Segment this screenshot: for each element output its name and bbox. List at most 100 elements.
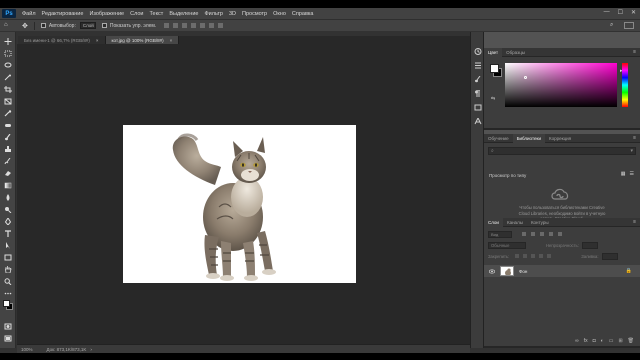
adjustment-layer-icon[interactable]: ◐ — [601, 338, 604, 344]
lock-position-icon[interactable] — [531, 254, 536, 258]
filter-pixel-icon[interactable] — [522, 232, 526, 236]
minimize-button[interactable]: — — [604, 9, 610, 16]
new-layer-icon[interactable]: ⊞ — [618, 338, 622, 344]
search-icon[interactable]: ⌕ — [610, 22, 618, 30]
paragraph-icon[interactable] — [474, 89, 482, 97]
blur-tool-icon[interactable] — [3, 193, 13, 201]
tab-paths[interactable]: Контуры — [527, 218, 553, 227]
lock-all-icon[interactable] — [547, 254, 552, 258]
path-select-tool-icon[interactable] — [3, 241, 13, 249]
panel-menu-icon[interactable]: ≡ — [633, 219, 636, 225]
properties-icon[interactable] — [474, 104, 482, 111]
history-brush-tool-icon[interactable] — [3, 157, 13, 165]
hand-tool-icon[interactable] — [3, 265, 13, 273]
tab-cat-jpg[interactable]: кот.jpg @ 100% (RGB/8#) × — [105, 36, 180, 44]
align-center-icon[interactable] — [173, 23, 179, 28]
blend-mode-dropdown[interactable]: Обычные — [488, 241, 526, 249]
screen-mode-icon[interactable] — [3, 334, 13, 342]
menu-edit[interactable]: Редактирование — [42, 11, 84, 17]
healing-tool-icon[interactable] — [3, 121, 13, 129]
menu-window[interactable]: Окно — [273, 11, 286, 17]
eyedropper-tool-icon[interactable] — [3, 109, 13, 117]
maximize-button[interactable]: ☐ — [618, 9, 623, 16]
marquee-tool-icon[interactable] — [3, 49, 13, 57]
align-middle-icon[interactable] — [200, 23, 206, 28]
tab-adjustments[interactable]: Коррекция — [545, 134, 575, 143]
tab-layers[interactable]: Слои — [484, 217, 503, 227]
foreground-color-swatch[interactable] — [490, 64, 499, 73]
quick-mask-icon[interactable] — [3, 322, 13, 330]
tab-libraries[interactable]: Библиотеки — [512, 133, 545, 143]
eraser-tool-icon[interactable] — [3, 169, 13, 177]
autoselect-checkbox[interactable] — [40, 23, 46, 28]
hue-slider[interactable] — [622, 63, 628, 107]
brush-tool-icon[interactable] — [3, 133, 13, 141]
autoselect-dropdown[interactable]: Слой — [79, 22, 96, 29]
menu-help[interactable]: Справка — [292, 11, 314, 17]
menu-layers[interactable]: Слои — [130, 11, 143, 17]
workspace-icon[interactable] — [624, 22, 634, 29]
panel-menu-icon[interactable]: ≡ — [633, 135, 636, 141]
library-search-input[interactable]: ⌕ ▾ — [488, 147, 636, 155]
align-right-icon[interactable] — [182, 23, 188, 28]
menu-3d[interactable]: 3D — [229, 11, 236, 17]
stamp-tool-icon[interactable] — [3, 145, 13, 153]
lasso-tool-icon[interactable] — [3, 61, 13, 69]
add-mask-icon[interactable]: ◘ — [593, 338, 596, 344]
opacity-field[interactable] — [581, 241, 598, 249]
lock-artboard-icon[interactable] — [539, 254, 544, 258]
tab-untitled-1[interactable]: Без имени-1 @ 66,7% (RGB/8#) × — [18, 36, 106, 44]
close-button[interactable]: ✕ — [631, 9, 636, 16]
rectangle-tool-icon[interactable] — [3, 253, 13, 261]
close-icon[interactable]: × — [170, 38, 173, 43]
transform-controls-checkbox[interactable] — [101, 23, 107, 28]
frame-tool-icon[interactable] — [3, 97, 13, 105]
tab-channels[interactable]: Каналы — [503, 218, 527, 227]
panel-menu-icon[interactable]: ≡ — [633, 49, 636, 55]
grid-view-icon[interactable]: ▦ — [621, 171, 626, 177]
picker-cursor[interactable] — [524, 76, 527, 79]
layer-style-icon[interactable]: fx — [584, 338, 588, 344]
filter-adjust-icon[interactable] — [531, 232, 535, 236]
more-options-icon[interactable] — [218, 23, 224, 28]
chevron-right-icon[interactable]: › — [90, 347, 92, 352]
home-icon[interactable]: ⌂ — [4, 22, 12, 29]
swap-colors-icon[interactable]: ⇆ — [491, 96, 495, 102]
link-layers-icon[interactable]: ∞ — [575, 338, 579, 344]
fill-field[interactable] — [601, 252, 618, 260]
more-tools-icon[interactable] — [3, 289, 13, 297]
tab-learn[interactable]: Обучение — [484, 134, 513, 143]
layer-kind-dropdown[interactable]: Вид — [488, 230, 512, 238]
layer-row-background[interactable]: Фон 🔒 — [484, 265, 640, 277]
tab-color[interactable]: Цвет — [484, 47, 503, 57]
new-group-icon[interactable]: ▭ — [609, 338, 614, 344]
lock-pixels-icon[interactable] — [523, 254, 528, 258]
character-icon[interactable] — [474, 116, 482, 125]
move-tool-icon[interactable] — [3, 37, 13, 45]
list-view-icon[interactable]: ☰ — [630, 171, 634, 177]
chevron-down-icon[interactable]: ▾ — [630, 148, 633, 154]
menu-filter[interactable]: Фильтр — [204, 11, 222, 17]
magic-wand-tool-icon[interactable] — [3, 73, 13, 81]
canvas-workspace[interactable] — [17, 44, 470, 344]
brush-settings-icon[interactable] — [474, 75, 482, 83]
close-icon[interactable]: × — [96, 38, 99, 43]
delete-layer-icon[interactable]: 🗑 — [628, 338, 634, 344]
filter-shape-icon[interactable] — [549, 232, 553, 236]
menu-image[interactable]: Изображение — [89, 11, 124, 17]
zoom-tool-icon[interactable] — [3, 277, 13, 285]
move-tool-icon[interactable]: ✥ — [22, 22, 28, 30]
filter-smart-icon[interactable] — [558, 232, 562, 236]
align-left-icon[interactable] — [164, 23, 170, 28]
zoom-level[interactable]: 100% — [21, 347, 33, 352]
dodge-tool-icon[interactable] — [3, 205, 13, 213]
crop-tool-icon[interactable] — [3, 85, 13, 93]
menu-select[interactable]: Выделение — [169, 11, 198, 17]
align-top-icon[interactable] — [191, 23, 197, 28]
pen-tool-icon[interactable] — [3, 217, 13, 225]
adjust-icon[interactable] — [474, 62, 482, 69]
gradient-tool-icon[interactable] — [3, 181, 13, 189]
eye-icon[interactable] — [489, 269, 495, 274]
align-bottom-icon[interactable] — [209, 23, 215, 28]
menu-view[interactable]: Просмотр — [242, 11, 267, 17]
